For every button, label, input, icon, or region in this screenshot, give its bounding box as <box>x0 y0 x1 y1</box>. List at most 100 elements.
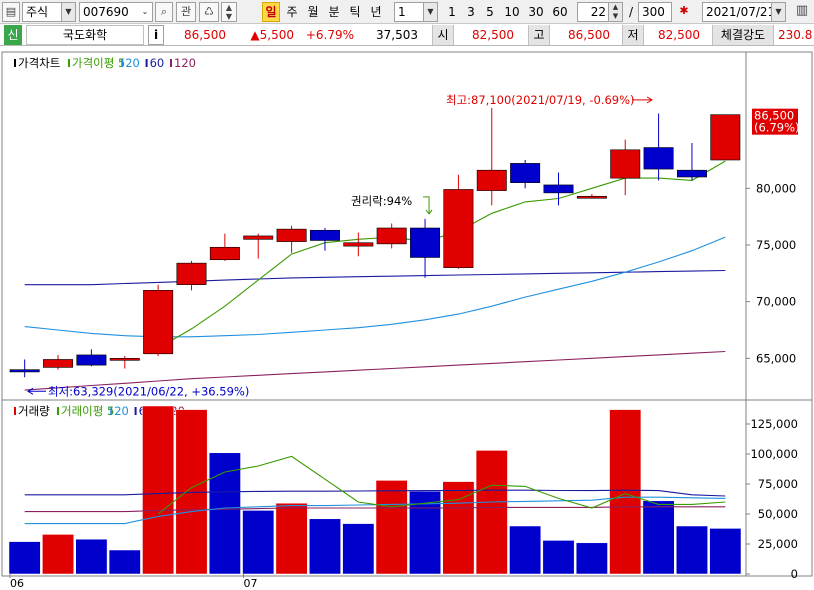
volume-bar <box>676 525 708 575</box>
last-pct-label: (6.79%) <box>754 121 800 135</box>
total-count-input[interactable]: 300 <box>638 2 672 22</box>
quick-interval-30[interactable]: 30 <box>525 2 547 22</box>
volume-legend-item-swatch <box>134 407 137 415</box>
total-count-value: 300 <box>642 5 665 19</box>
period-tick-button[interactable]: 틱 <box>346 2 364 22</box>
chart-area: 가격차트가격이평 52060120거래량거래이평 5206012065,0007… <box>0 46 814 590</box>
link-icon[interactable]: ♺ <box>199 2 219 22</box>
price-legend-item-swatch <box>68 59 70 67</box>
quick-interval-3[interactable]: 3 <box>463 2 479 22</box>
quick-interval-label: 60 <box>552 5 568 19</box>
volume-y-tick-label: 100,000 <box>750 447 798 461</box>
price-y-tick-label: 80,000 <box>756 181 796 195</box>
related-button[interactable]: 관 <box>176 2 196 22</box>
period-week-button[interactable]: 주 <box>283 2 301 22</box>
search-icon[interactable]: ⌕ <box>155 2 173 22</box>
chart-settings-icon[interactable]: ▤ <box>2 2 20 22</box>
quick-interval-10[interactable]: 10 <box>501 2 523 22</box>
volume-bar <box>342 523 375 575</box>
period-label: 년 <box>370 5 382 19</box>
period-label: 일 <box>265 5 277 19</box>
price-legend-item-label: 120 <box>174 56 196 70</box>
rights-annotation: 권리락:94% <box>351 194 412 208</box>
price-legend-item-swatch <box>145 59 148 67</box>
candle-body <box>643 147 674 170</box>
volume-bar <box>242 510 275 575</box>
candle-body <box>276 228 307 242</box>
view-count-stepper[interactable]: 22 ▲ ▼ <box>577 2 623 22</box>
stock-info-button[interactable]: i <box>148 25 164 45</box>
candle-body <box>710 114 741 161</box>
volume-y-tick-label: 0 <box>791 567 798 581</box>
x-tick-label: 07 <box>244 577 258 590</box>
high-price: 86,500 <box>568 28 610 42</box>
quick-interval-label: 1 <box>448 5 456 19</box>
candle-body <box>76 354 107 366</box>
candle-body <box>43 359 74 368</box>
candle-body <box>476 169 507 191</box>
price-change-pct: +6.79% <box>305 28 354 42</box>
code-input[interactable]: 007690 ⌄ <box>79 2 153 22</box>
volume-bar <box>142 405 175 575</box>
volume-bar <box>42 534 74 575</box>
candle-body <box>143 290 174 355</box>
chevron-down-icon[interactable]: ▼ <box>771 3 785 21</box>
date-picker[interactable]: 2021/07/21 ▼ <box>702 2 786 22</box>
period-year-button[interactable]: 년 <box>367 2 385 22</box>
volume-legend-item-label: 거래이평 5 <box>61 404 114 418</box>
view-count-value: 22 <box>590 5 606 19</box>
price-legend-item-label: 가격이평 5 <box>72 56 125 70</box>
quick-interval-1[interactable]: 1 <box>444 2 460 22</box>
stock-name: 국도화학 <box>26 25 144 45</box>
volume-y-tick-label: 75,000 <box>758 477 798 491</box>
period-month-button[interactable]: 월 <box>304 2 322 22</box>
volume-bar <box>275 502 308 575</box>
open-price: 82,500 <box>472 28 514 42</box>
realtime-icon[interactable]: ✱ <box>675 2 693 22</box>
period-label: 분 <box>328 5 340 19</box>
chevron-down-icon[interactable]: ▼ <box>61 3 75 21</box>
up-down-stepper[interactable]: ▲ ▼ <box>608 3 622 21</box>
related-button-label: 관 <box>180 5 192 18</box>
toolbar: ▤ 주식 ▼ 007690 ⌄ ⌕ 관 ♺ ▲ ▼ 일 주 월 분 틱 년 1 ▼… <box>0 0 814 24</box>
high-label: 고 <box>528 25 550 45</box>
quick-interval-label: 10 <box>504 5 520 19</box>
candle-body <box>510 163 541 183</box>
volume-bar <box>75 538 108 575</box>
quick-interval-label: 5 <box>486 5 494 19</box>
strength-label: 체결강도 <box>712 25 774 45</box>
volume-y-tick-label: 125,000 <box>750 417 798 431</box>
period-label: 틱 <box>349 5 361 19</box>
candle-body <box>576 195 607 199</box>
interval-select[interactable]: 1 ▼ <box>394 2 438 22</box>
market-select[interactable]: 주식 ▼ <box>22 2 76 22</box>
volume-bar <box>609 409 642 575</box>
open-label: 시 <box>432 25 454 45</box>
up-down-stepper[interactable]: ▲ ▼ <box>221 2 237 22</box>
quick-interval-60[interactable]: 60 <box>549 2 571 22</box>
price-legend-item-swatch <box>14 59 16 67</box>
quote-bar: 신 국도화학 i 86,500 ▲5,500 +6.79% 37,503 시 8… <box>0 24 814 46</box>
price-pane-frame <box>1 51 813 403</box>
volume-y-tick-label: 25,000 <box>758 537 798 551</box>
quick-interval-5[interactable]: 5 <box>482 2 498 22</box>
price-legend-item-swatch <box>121 59 124 67</box>
low-price: 82,500 <box>658 28 700 42</box>
price-legend-item-swatch <box>170 59 172 67</box>
period-day-button[interactable]: 일 <box>262 2 280 22</box>
volume-bar <box>309 518 341 575</box>
chevron-down-icon[interactable]: ▼ <box>423 3 437 21</box>
chart-type-icon[interactable]: ▥ <box>792 2 812 22</box>
candle-body <box>610 149 641 179</box>
period-minute-button[interactable]: 분 <box>325 2 343 22</box>
quick-interval-label: 30 <box>528 5 544 19</box>
volume-legend-item-label: 거래량 <box>18 404 50 418</box>
price-legend-item-label: 가격차트 <box>18 56 60 70</box>
candle-body <box>309 229 340 241</box>
period-label: 월 <box>307 5 319 19</box>
current-price: 86,500 <box>184 28 226 42</box>
chevron-down-icon[interactable]: ⌄ <box>138 3 152 21</box>
price-legend-item-label: 60 <box>150 56 165 70</box>
stock-chart[interactable]: 가격차트가격이평 52060120거래량거래이평 5206012065,0007… <box>0 46 814 590</box>
candle-body <box>543 184 574 194</box>
